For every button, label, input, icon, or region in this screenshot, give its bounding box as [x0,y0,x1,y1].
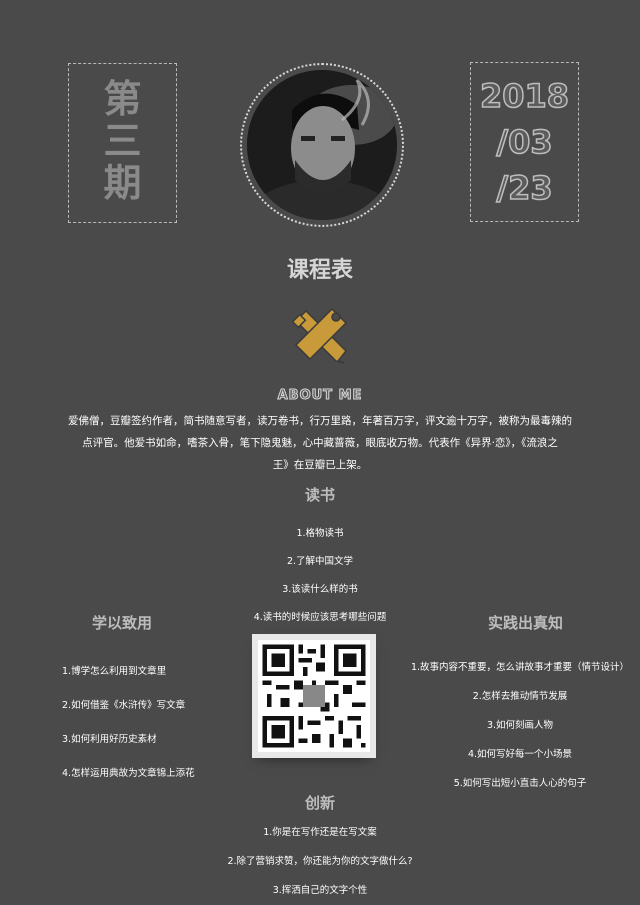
date-line: /03 [496,122,554,162]
list-item: 1.博学怎么利用到文章里 [62,666,167,677]
list-item: 2.如何借鉴《水浒传》写文章 [62,700,186,711]
apply-list: 1.博学怎么利用到文章里 2.如何借鉴《水浒传》写文章 3.如何利用好历史素材 … [62,655,195,791]
practice-heading: 实践出真知 [488,614,564,632]
about-heading: ABOUT ME [277,388,363,404]
innovate-list: 1.你是在写作还是在写文案 2.除了营销求赞，你还能为你的文字做什么? 3.挥洒… [0,818,640,905]
list-item: 3.该读什么样的书 [282,584,358,595]
innovate-heading: 创新 [304,794,335,812]
list-item: 3.如何利用好历史素材 [62,734,157,745]
about-text: 爱佛僧，豆瓣签约作者，简书随意写者，读万卷书，行万里路，年著百万字，评文逾十万字… [0,410,640,476]
list-item: 4.怎样运用典故为文章锦上添花 [62,768,195,779]
reading-heading: 读书 [304,486,335,504]
list-item: 1.故事内容不重要，怎么讲故事才重要（情节设计） [410,662,630,673]
list-item: 3.如何刻画人物 [486,720,554,731]
about-line: 爱佛僧，豆瓣签约作者，简书随意写者，读万卷书，行万里路，年著百万字，评文逾十万字… [68,415,572,427]
issue-char: 第 [103,77,142,121]
issue-char: 期 [103,161,142,205]
about-line: 点评官。他爱书如命，嗜茶入骨，笔下隐鬼魅，心中藏蔷薇，眼底收万物。代表作《异界·… [82,437,558,449]
list-item: 2.了解中国文学 [286,556,354,567]
course-title: 课程表 [286,258,353,283]
list-item: 1.你是在写作还是在写文案 [263,827,377,838]
list-item: 2.除了营销求赞，你还能为你的文字做什么? [227,856,413,867]
pencil-ruler-icon [288,303,352,367]
qr-code [258,640,370,752]
about-line: 王》在豆瓣已上架。 [272,459,368,471]
apply-heading: 学以致用 [92,614,153,632]
practice-list: 1.故事内容不重要，怎么讲故事才重要（情节设计） 2.怎样去推动情节发展 3.如… [400,653,640,798]
issue-box: 第 三 期 [68,63,177,223]
list-item: 2.怎样去推动情节发展 [472,691,568,702]
date-line: 2018 [479,76,570,116]
list-item: 4.如何写好每一个小场景 [467,749,573,760]
list-item: 1.格物读书 [296,528,344,539]
issue-char: 三 [103,119,142,163]
date-line: /23 [496,168,554,208]
avatar [247,70,397,220]
list-item: 3.挥洒自己的文字个性 [272,885,368,896]
date-box: 2018 /03 /23 [470,62,579,222]
